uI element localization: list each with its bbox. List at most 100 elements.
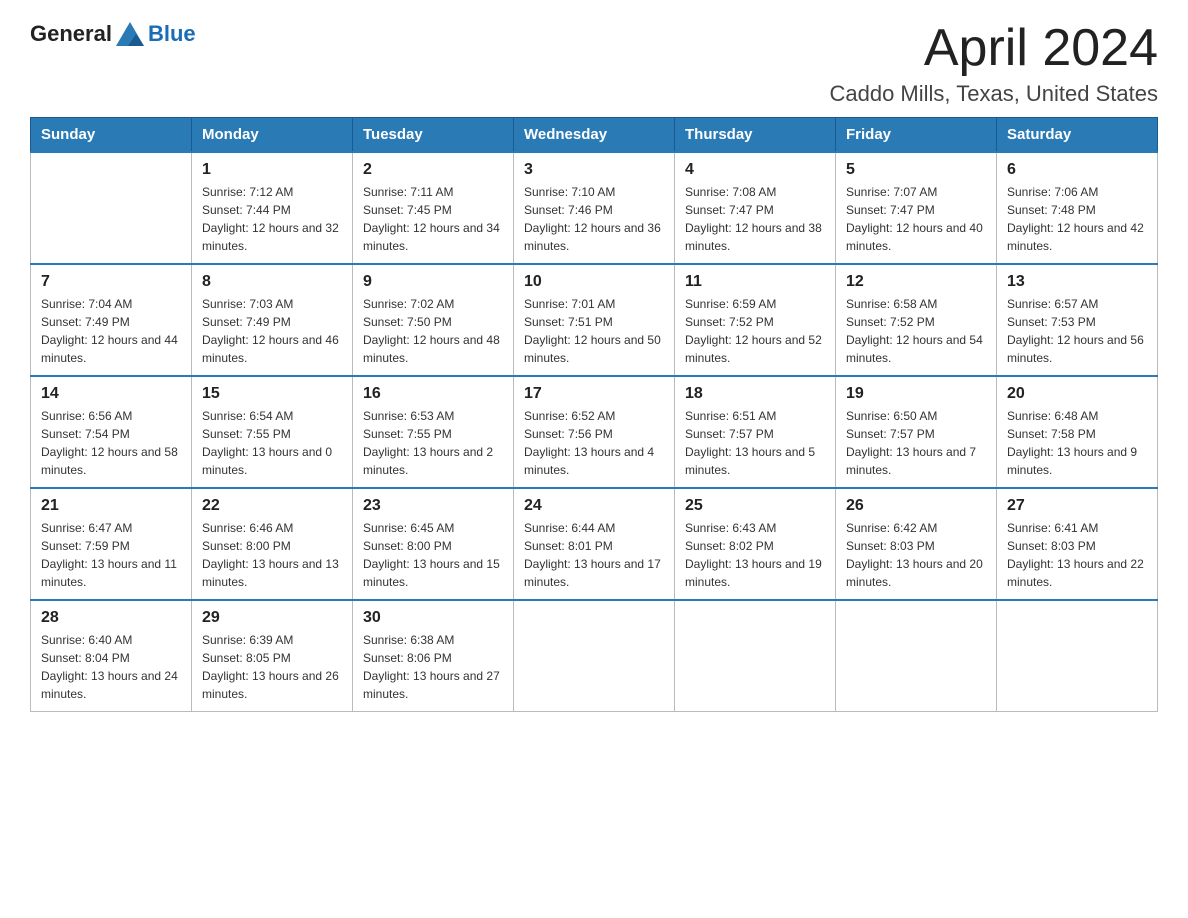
table-row: 6 Sunrise: 7:06 AMSunset: 7:48 PMDaylight… (997, 152, 1158, 264)
day-info: Sunrise: 6:57 AMSunset: 7:53 PMDaylight:… (1007, 295, 1147, 367)
day-info: Sunrise: 6:54 AMSunset: 7:55 PMDaylight:… (202, 407, 342, 479)
title-area: April 2024 Caddo Mills, Texas, United St… (829, 20, 1158, 107)
table-row: 12Sunrise: 6:58 AMSunset: 7:52 PMDayligh… (836, 264, 997, 376)
header-monday: Monday (192, 118, 353, 153)
day-info: Sunrise: 6:48 AMSunset: 7:58 PMDaylight:… (1007, 407, 1147, 479)
table-row: 29 Sunrise: 6:39 AMSunset: 8:05 PMDayligh… (192, 600, 353, 712)
calendar-week-row: 28 Sunrise: 6:40 AMSunset: 8:04 PMDayligh… (31, 600, 1158, 712)
page-header: General Blue April 2024 Caddo Mills, Tex… (30, 20, 1158, 107)
table-row: 18Sunrise: 6:51 AMSunset: 7:57 PMDayligh… (675, 376, 836, 488)
day-info: Sunrise: 6:39 AMSunset: 8:05 PMDaylight:… (202, 631, 342, 703)
day-number: 4 (685, 161, 825, 179)
day-info: Sunrise: 6:44 AMSunset: 8:01 PMDaylight:… (524, 519, 664, 591)
day-info: Sunrise: 6:53 AMSunset: 7:55 PMDaylight:… (363, 407, 503, 479)
table-row: 10Sunrise: 7:01 AMSunset: 7:51 PMDayligh… (514, 264, 675, 376)
day-number: 11 (685, 273, 825, 291)
day-info: Sunrise: 6:42 AMSunset: 8:03 PMDaylight:… (846, 519, 986, 591)
table-row: 20 Sunrise: 6:48 AMSunset: 7:58 PMDayligh… (997, 376, 1158, 488)
table-row: 3 Sunrise: 7:10 AMSunset: 7:46 PMDaylight… (514, 152, 675, 264)
table-row: 22 Sunrise: 6:46 AMSunset: 8:00 PMDayligh… (192, 488, 353, 600)
table-row: 24 Sunrise: 6:44 AMSunset: 8:01 PMDayligh… (514, 488, 675, 600)
table-row: 8 Sunrise: 7:03 AMSunset: 7:49 PMDaylight… (192, 264, 353, 376)
day-number: 16 (363, 385, 503, 403)
day-number: 8 (202, 273, 342, 291)
table-row: 2Sunrise: 7:11 AMSunset: 7:45 PMDaylight… (353, 152, 514, 264)
table-row: 30 Sunrise: 6:38 AMSunset: 8:06 PMDayligh… (353, 600, 514, 712)
calendar-week-row: 7 Sunrise: 7:04 AMSunset: 7:49 PMDaylight… (31, 264, 1158, 376)
table-row: 25 Sunrise: 6:43 AMSunset: 8:02 PMDayligh… (675, 488, 836, 600)
day-info: Sunrise: 7:10 AMSunset: 7:46 PMDaylight:… (524, 183, 664, 255)
day-number: 23 (363, 497, 503, 515)
day-info: Sunrise: 6:47 AMSunset: 7:59 PMDaylight:… (41, 519, 181, 591)
day-info: Sunrise: 6:46 AMSunset: 8:00 PMDaylight:… (202, 519, 342, 591)
day-info: Sunrise: 7:01 AMSunset: 7:51 PMDaylight:… (524, 295, 664, 367)
day-number: 20 (1007, 385, 1147, 403)
day-info: Sunrise: 7:04 AMSunset: 7:49 PMDaylight:… (41, 295, 181, 367)
calendar-header-row: Sunday Monday Tuesday Wednesday Thursday… (31, 118, 1158, 153)
table-row (836, 600, 997, 712)
day-number: 21 (41, 497, 181, 515)
logo-icon (114, 20, 146, 48)
day-info: Sunrise: 6:40 AMSunset: 8:04 PMDaylight:… (41, 631, 181, 703)
calendar-table: Sunday Monday Tuesday Wednesday Thursday… (30, 117, 1158, 712)
day-info: Sunrise: 7:03 AMSunset: 7:49 PMDaylight:… (202, 295, 342, 367)
logo-blue-text: Blue (148, 21, 196, 47)
day-number: 5 (846, 161, 986, 179)
table-row: 23Sunrise: 6:45 AMSunset: 8:00 PMDayligh… (353, 488, 514, 600)
calendar-week-row: 1 Sunrise: 7:12 AMSunset: 7:44 PMDaylight… (31, 152, 1158, 264)
day-number: 9 (363, 273, 503, 291)
table-row: 13 Sunrise: 6:57 AMSunset: 7:53 PMDayligh… (997, 264, 1158, 376)
table-row: 9 Sunrise: 7:02 AMSunset: 7:50 PMDaylight… (353, 264, 514, 376)
day-number: 24 (524, 497, 664, 515)
day-info: Sunrise: 6:52 AMSunset: 7:56 PMDaylight:… (524, 407, 664, 479)
table-row: 11Sunrise: 6:59 AMSunset: 7:52 PMDayligh… (675, 264, 836, 376)
day-info: Sunrise: 7:12 AMSunset: 7:44 PMDaylight:… (202, 183, 342, 255)
day-info: Sunrise: 7:02 AMSunset: 7:50 PMDaylight:… (363, 295, 503, 367)
header-tuesday: Tuesday (353, 118, 514, 153)
table-row (514, 600, 675, 712)
calendar-week-row: 21 Sunrise: 6:47 AMSunset: 7:59 PMDayligh… (31, 488, 1158, 600)
table-row: 27 Sunrise: 6:41 AMSunset: 8:03 PMDayligh… (997, 488, 1158, 600)
header-thursday: Thursday (675, 118, 836, 153)
day-number: 22 (202, 497, 342, 515)
header-wednesday: Wednesday (514, 118, 675, 153)
table-row: 4 Sunrise: 7:08 AMSunset: 7:47 PMDaylight… (675, 152, 836, 264)
day-number: 7 (41, 273, 181, 291)
day-number: 25 (685, 497, 825, 515)
table-row: 28 Sunrise: 6:40 AMSunset: 8:04 PMDayligh… (31, 600, 192, 712)
day-info: Sunrise: 7:07 AMSunset: 7:47 PMDaylight:… (846, 183, 986, 255)
logo-general-text: General (30, 21, 112, 47)
table-row: 19Sunrise: 6:50 AMSunset: 7:57 PMDayligh… (836, 376, 997, 488)
location-title: Caddo Mills, Texas, United States (829, 81, 1158, 107)
day-number: 26 (846, 497, 986, 515)
day-info: Sunrise: 6:58 AMSunset: 7:52 PMDaylight:… (846, 295, 986, 367)
day-info: Sunrise: 7:08 AMSunset: 7:47 PMDaylight:… (685, 183, 825, 255)
day-number: 13 (1007, 273, 1147, 291)
header-friday: Friday (836, 118, 997, 153)
day-number: 27 (1007, 497, 1147, 515)
day-number: 1 (202, 161, 342, 179)
table-row: 17Sunrise: 6:52 AMSunset: 7:56 PMDayligh… (514, 376, 675, 488)
table-row: 26 Sunrise: 6:42 AMSunset: 8:03 PMDayligh… (836, 488, 997, 600)
day-number: 29 (202, 609, 342, 627)
day-info: Sunrise: 6:43 AMSunset: 8:02 PMDaylight:… (685, 519, 825, 591)
day-number: 3 (524, 161, 664, 179)
day-info: Sunrise: 7:11 AMSunset: 7:45 PMDaylight:… (363, 183, 503, 255)
day-info: Sunrise: 6:56 AMSunset: 7:54 PMDaylight:… (41, 407, 181, 479)
day-number: 14 (41, 385, 181, 403)
day-number: 28 (41, 609, 181, 627)
table-row: 15Sunrise: 6:54 AMSunset: 7:55 PMDayligh… (192, 376, 353, 488)
day-info: Sunrise: 7:06 AMSunset: 7:48 PMDaylight:… (1007, 183, 1147, 255)
day-info: Sunrise: 6:51 AMSunset: 7:57 PMDaylight:… (685, 407, 825, 479)
table-row: 7 Sunrise: 7:04 AMSunset: 7:49 PMDaylight… (31, 264, 192, 376)
day-info: Sunrise: 6:38 AMSunset: 8:06 PMDaylight:… (363, 631, 503, 703)
logo: General Blue (30, 20, 196, 48)
day-number: 6 (1007, 161, 1147, 179)
table-row: 16 Sunrise: 6:53 AMSunset: 7:55 PMDayligh… (353, 376, 514, 488)
table-row: 1 Sunrise: 7:12 AMSunset: 7:44 PMDaylight… (192, 152, 353, 264)
day-number: 30 (363, 609, 503, 627)
table-row: 21 Sunrise: 6:47 AMSunset: 7:59 PMDayligh… (31, 488, 192, 600)
table-row (31, 152, 192, 264)
day-info: Sunrise: 6:41 AMSunset: 8:03 PMDaylight:… (1007, 519, 1147, 591)
table-row: 5 Sunrise: 7:07 AMSunset: 7:47 PMDaylight… (836, 152, 997, 264)
